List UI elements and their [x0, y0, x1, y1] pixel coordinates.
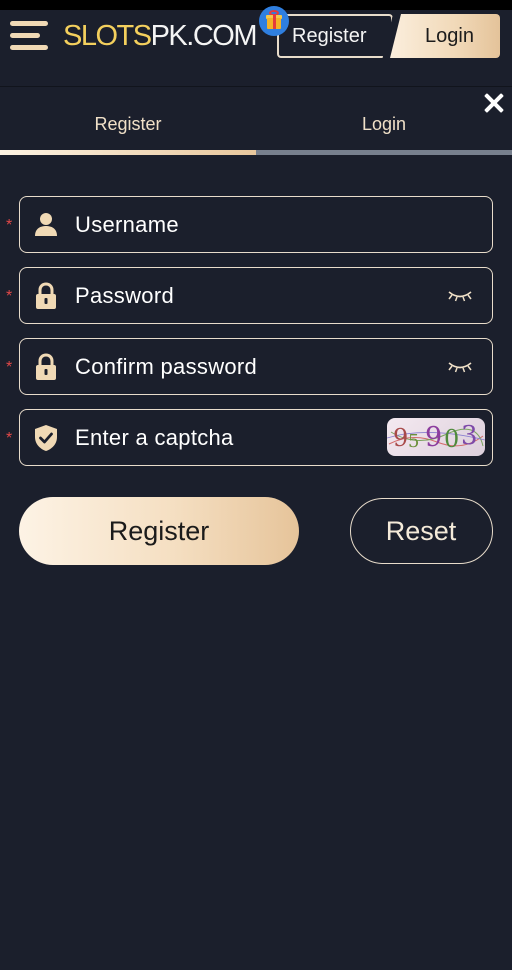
captcha-placeholder: Enter a captcha [75, 425, 234, 450]
tab-active-indicator [0, 150, 256, 155]
tab-register[interactable]: Register [0, 113, 256, 135]
logo-slots-text: SLOTS [63, 20, 152, 52]
lock-icon [36, 353, 56, 380]
status-bar [0, 0, 512, 10]
svg-text:5: 5 [408, 431, 419, 452]
eye-closed-icon[interactable] [446, 289, 474, 303]
register-button-label: Register [108, 516, 210, 546]
tab-indicator-track [0, 150, 512, 155]
site-logo[interactable]: SLOTSPK.COM [63, 18, 258, 54]
register-button[interactable]: Register [19, 497, 299, 565]
confirm-password-field[interactable]: Confirm password [19, 338, 493, 395]
reset-button[interactable]: Reset [350, 498, 493, 564]
lock-icon [36, 282, 56, 309]
gift-icon[interactable] [259, 6, 289, 36]
svg-text:0: 0 [444, 425, 459, 453]
username-field[interactable]: Username [19, 196, 493, 253]
svg-text:3: 3 [461, 421, 478, 451]
close-icon[interactable] [483, 92, 505, 114]
header-register-label: Register [292, 25, 367, 47]
svg-text:9: 9 [425, 422, 442, 453]
captcha-field[interactable]: Enter a captcha 9 5 9 0 3 [19, 409, 493, 466]
tab-login[interactable]: Login [256, 113, 512, 135]
password-placeholder: Password [75, 283, 174, 308]
logo-domain-text: PK.COM [150, 20, 258, 52]
required-marker: * [6, 217, 13, 234]
username-placeholder: Username [75, 212, 179, 237]
header-login-label: Login [425, 25, 474, 47]
password-field[interactable]: Password [19, 267, 493, 324]
captcha-image[interactable]: 9 5 9 0 3 [387, 418, 485, 456]
svg-text:9: 9 [393, 424, 408, 452]
shield-check-icon [35, 425, 57, 451]
hamburger-menu-icon[interactable] [10, 21, 50, 51]
confirm-password-placeholder: Confirm password [75, 354, 258, 379]
user-icon [35, 213, 57, 236]
eye-closed-icon[interactable] [446, 360, 474, 374]
required-marker: * [6, 288, 13, 305]
required-marker: * [6, 430, 13, 447]
required-marker: * [6, 359, 13, 376]
reset-button-label: Reset [385, 516, 457, 546]
